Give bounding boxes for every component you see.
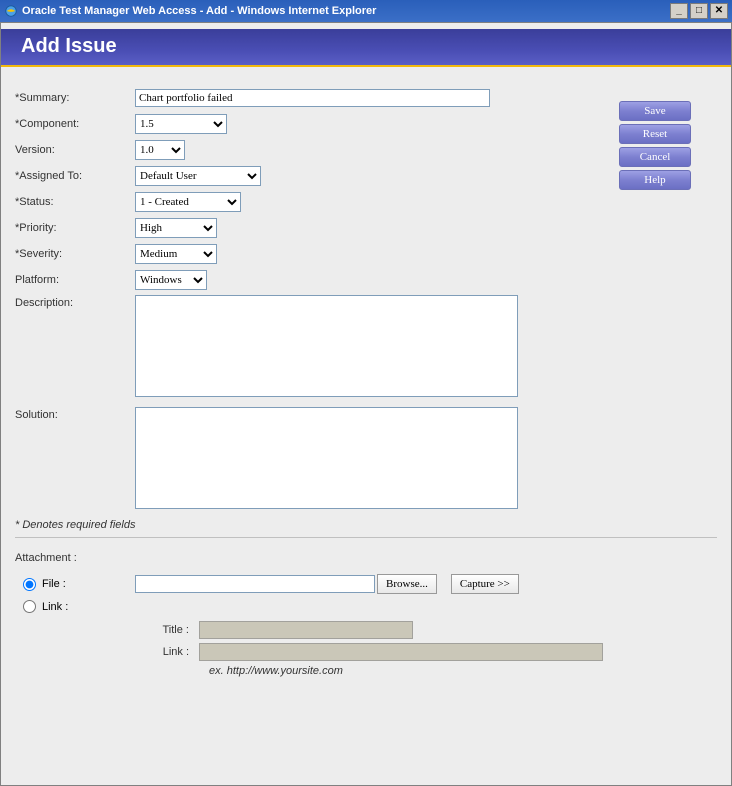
assigned-to-select[interactable]: Default User [135,166,261,186]
minimize-button[interactable]: _ [670,3,688,19]
section-divider [15,537,717,538]
link-radio[interactable] [23,600,36,613]
browse-button[interactable]: Browse... [377,574,437,594]
component-label: *Component: [15,118,135,130]
severity-select[interactable]: Medium [135,244,217,264]
window-titlebar: Oracle Test Manager Web Access - Add - W… [0,0,732,22]
page-title: Add Issue [21,35,117,57]
window-title: Oracle Test Manager Web Access - Add - W… [22,5,668,17]
version-label: Version: [15,144,135,156]
help-button[interactable]: Help [619,170,691,190]
description-textarea[interactable] [135,295,518,397]
maximize-button[interactable]: □ [690,3,708,19]
required-fields-note: * Denotes required fields [15,519,717,531]
title-field-label: Title : [23,624,199,636]
link-field-label: Link : [23,646,199,658]
severity-label: *Severity: [15,248,135,260]
summary-label: *Summary: [15,92,135,104]
attachment-heading: Attachment : [15,552,717,564]
platform-select[interactable]: Windows [135,270,207,290]
attachment-section: Attachment : File : Browse... Capture >>… [15,552,717,677]
solution-label: Solution: [15,407,135,421]
capture-button[interactable]: Capture >> [451,574,519,594]
link-input-disabled [199,643,603,661]
title-input-disabled [199,621,413,639]
file-radio[interactable] [23,578,36,591]
save-button[interactable]: Save [619,101,691,121]
assigned-to-label: *Assigned To: [15,170,135,182]
component-select[interactable]: 1.5 [135,114,227,134]
reset-button[interactable]: Reset [619,124,691,144]
priority-label: *Priority: [15,222,135,234]
page-banner: Add Issue [1,29,731,67]
link-radio-text: Link : [42,601,68,613]
description-label: Description: [15,295,135,309]
solution-textarea[interactable] [135,407,518,509]
status-select[interactable]: 1 - Created [135,192,241,212]
summary-input[interactable] [135,89,490,107]
link-radio-label[interactable]: Link : [23,600,135,613]
link-example-text: ex. http://www.yoursite.com [23,665,717,677]
content-area: Add Issue Save Reset Cancel Help *Summar… [0,22,732,786]
priority-select[interactable]: High [135,218,217,238]
close-button[interactable]: ✕ [710,3,728,19]
file-radio-text: File : [42,578,66,590]
ie-icon [4,4,18,18]
file-path-input[interactable] [135,575,375,593]
action-button-group: Save Reset Cancel Help [619,101,691,190]
cancel-button[interactable]: Cancel [619,147,691,167]
status-label: *Status: [15,196,135,208]
version-select[interactable]: 1.0 [135,140,185,160]
platform-label: Platform: [15,274,135,286]
file-radio-label[interactable]: File : [23,578,135,591]
